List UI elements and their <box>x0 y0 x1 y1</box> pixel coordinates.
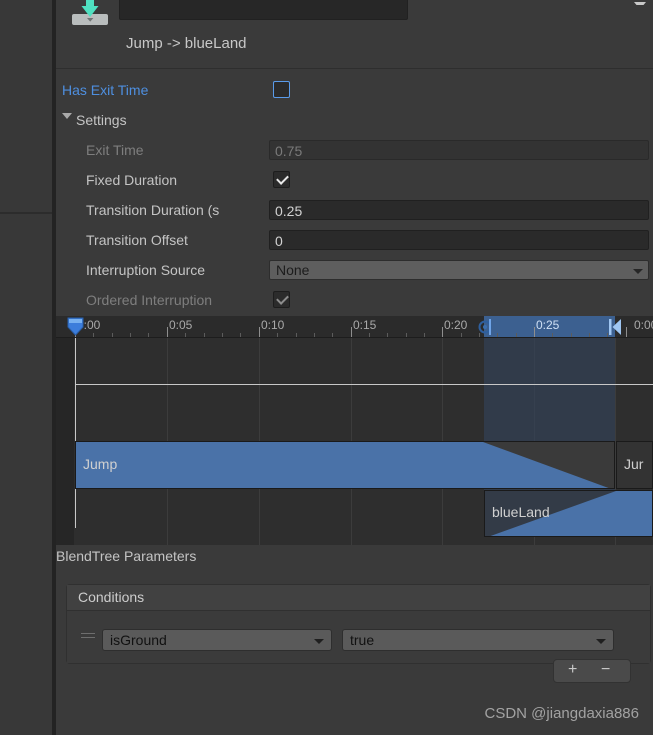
condition-parameter-dropdown[interactable]: isGround <box>102 629 332 651</box>
timeline-ruler[interactable]: 0:00 0:05 0:10 0:15 0:20 0:25 0:00 <box>56 316 653 338</box>
row-fixed-duration[interactable]: Fixed Duration <box>56 166 653 196</box>
clip-label-jump: Jump <box>83 456 118 472</box>
interruption-source-value: None <box>276 262 310 278</box>
header-separator <box>56 68 653 69</box>
chevron-down-icon <box>633 269 643 274</box>
drag-handle-icon[interactable] <box>81 633 95 639</box>
row-transition-offset[interactable]: Transition Offset 0 <box>56 226 653 256</box>
transition-title-row: Jump -> blueLand <box>56 30 653 64</box>
timeline-grid[interactable]: Jump Jur blueLand <box>56 338 653 545</box>
condition-value-dropdown[interactable]: true <box>342 629 614 651</box>
interruption-source-label: Interruption Source <box>86 262 206 278</box>
transition-inspector: Jump -> blueLand Has Exit Time Settings … <box>56 0 653 735</box>
fixed-duration-checkbox[interactable] <box>273 171 290 188</box>
watermark: CSDN @jiangdaxia886 <box>484 705 639 722</box>
conditions-title: Conditions <box>78 589 145 605</box>
ruler-label-6: 0:00 <box>634 318 653 332</box>
inspector-header <box>56 0 653 30</box>
blendtree-parameters-label: BlendTree Parameters <box>56 548 197 564</box>
condition-row[interactable]: isGround true <box>67 611 650 663</box>
exit-time-label: Exit Time <box>86 142 144 158</box>
exit-time-field: 0.75 <box>269 140 649 160</box>
row-ordered-interruption: Ordered Interruption <box>56 286 653 316</box>
ordered-interruption-checkbox <box>273 291 290 308</box>
row-exit-time: Exit Time 0.75 <box>56 136 653 166</box>
left-panel-seam <box>0 212 52 214</box>
transition-object-field[interactable] <box>119 0 408 20</box>
transition-duration-field[interactable]: 0.25 <box>269 200 649 220</box>
chevron-down-icon[interactable] <box>62 113 72 119</box>
has-exit-time-checkbox[interactable] <box>273 81 290 98</box>
transition-duration-value: 0.25 <box>275 203 303 219</box>
condition-parameter-value: isGround <box>110 632 167 648</box>
unity-inspector-window: Jump -> blueLand Has Exit Time Settings … <box>0 0 653 735</box>
transition-offset-value: 0 <box>275 233 283 249</box>
ruler-label-1: 0:05 <box>169 318 193 332</box>
transition-offset-label: Transition Offset <box>86 232 188 248</box>
row-transition-duration[interactable]: Transition Duration (s 0.25 <box>56 196 653 226</box>
ordered-interruption-label: Ordered Interruption <box>86 292 213 308</box>
conditions-panel: Conditions isGround true <box>66 584 651 664</box>
ruler-label-3: 0:15 <box>353 318 377 332</box>
remove-condition-button[interactable]: − <box>601 661 610 679</box>
ruler-label-4: 0:20 <box>444 318 468 332</box>
row-has-exit-time[interactable]: Has Exit Time <box>56 76 653 106</box>
timeline-clip-jump-2[interactable]: Jur <box>616 441 653 489</box>
timeline-gutter <box>56 338 74 545</box>
left-panel <box>0 0 52 735</box>
timeline-start-line <box>75 338 76 528</box>
chevron-down-icon <box>596 639 606 644</box>
ruler-label-2: 0:10 <box>261 318 285 332</box>
interruption-source-dropdown[interactable]: None <box>269 260 649 280</box>
transition-timeline[interactable]: 0:00 0:05 0:10 0:15 0:20 0:25 0:00 <box>56 316 653 545</box>
transition-offset-field[interactable]: 0 <box>269 230 649 250</box>
condition-add-remove-buttons[interactable]: + − <box>553 659 631 683</box>
row-settings-foldout[interactable]: Settings <box>56 106 653 136</box>
transition-duration-label: Transition Duration (s <box>86 202 220 218</box>
condition-value: true <box>350 632 375 648</box>
transition-end-marker-icon[interactable] <box>608 319 624 335</box>
animator-transition-icon <box>70 0 110 30</box>
settings-foldout-label: Settings <box>76 112 127 128</box>
timeline-clip-jump[interactable]: Jump <box>75 441 615 489</box>
transition-start-marker-icon[interactable] <box>477 319 493 338</box>
exit-time-value: 0.75 <box>275 143 303 159</box>
timeline-separator-line <box>75 384 653 385</box>
conditions-header: Conditions <box>67 585 650 611</box>
timeline-clip-blueland[interactable]: blueLand <box>484 490 653 537</box>
add-condition-button[interactable]: + <box>568 661 577 679</box>
fixed-duration-label: Fixed Duration <box>86 172 178 188</box>
row-interruption-source[interactable]: Interruption Source None <box>56 256 653 286</box>
gear-icon[interactable] <box>632 0 648 14</box>
has-exit-time-label: Has Exit Time <box>62 82 149 98</box>
transition-title: Jump -> blueLand <box>126 35 247 52</box>
clip-label-blueland: blueLand <box>492 504 550 520</box>
clip-label-jump-2: Jur <box>624 456 644 472</box>
ruler-label-5: 0:25 <box>536 318 560 332</box>
timeline-playhead[interactable] <box>67 317 84 336</box>
chevron-down-icon <box>314 639 324 644</box>
